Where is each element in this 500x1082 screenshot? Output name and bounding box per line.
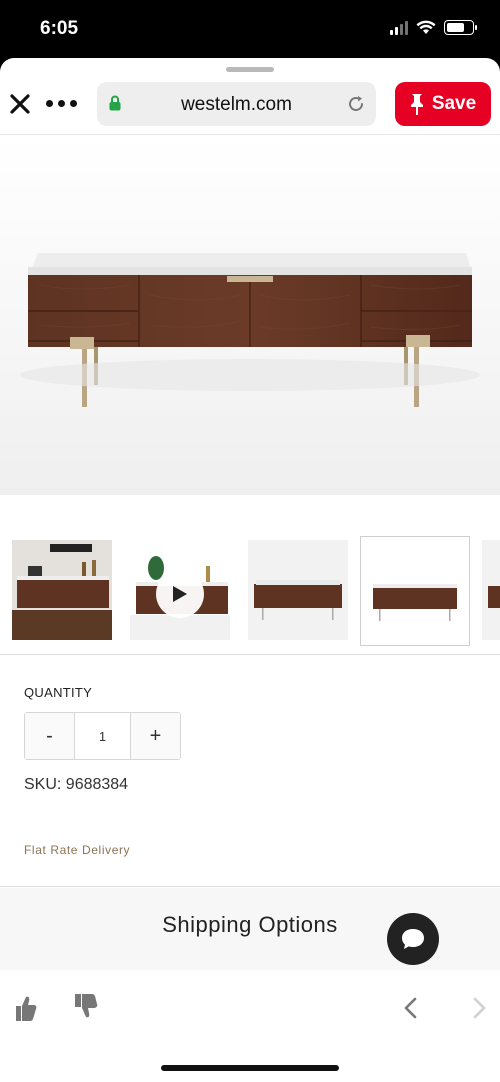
quantity-decrement-button[interactable]: - (25, 713, 74, 759)
close-icon[interactable] (8, 92, 32, 116)
chat-icon (402, 929, 424, 949)
quantity-stepper: - 1 + (24, 712, 181, 760)
signal-icon (390, 20, 408, 35)
thumbs-down-icon[interactable] (72, 992, 98, 1020)
sku-text: SKU: 9688384 (24, 776, 129, 793)
section-divider-2 (0, 886, 500, 887)
section-divider (0, 654, 500, 655)
status-bar: 6:05 (0, 0, 500, 60)
play-icon (173, 586, 187, 602)
pin-icon (410, 94, 423, 115)
url-bar[interactable]: westelm.com (97, 82, 376, 126)
reload-icon[interactable] (346, 94, 366, 114)
quantity-increment-button[interactable]: + (131, 713, 180, 759)
home-indicator[interactable] (161, 1065, 339, 1071)
chat-button[interactable] (387, 913, 439, 965)
browser-bottom-bar (0, 970, 500, 1082)
url-text: westelm.com (181, 94, 292, 115)
browser-toolbar: westelm.com Save (0, 78, 500, 134)
sheet-grabber[interactable] (226, 67, 274, 72)
thumbnail-3[interactable] (248, 540, 348, 640)
forward-icon[interactable] (472, 996, 488, 1020)
play-button[interactable] (156, 570, 204, 618)
browser-sheet: westelm.com Save QUANTITY - 1 + SKU: 968… (0, 58, 500, 1082)
thumbnail-5[interactable] (482, 540, 500, 640)
more-icon[interactable] (46, 100, 77, 107)
flat-rate-delivery-link[interactable]: Flat Rate Delivery (24, 843, 130, 857)
status-time: 6:05 (40, 18, 79, 39)
save-button[interactable]: Save (395, 82, 491, 126)
save-label: Save (431, 93, 477, 114)
product-image[interactable] (0, 135, 500, 495)
quantity-label: QUANTITY (24, 685, 93, 700)
battery-icon (444, 20, 477, 35)
quantity-input[interactable]: 1 (74, 713, 131, 759)
thumbnail-2[interactable] (130, 540, 230, 640)
back-icon[interactable] (402, 996, 418, 1020)
sideboard-illustration (20, 253, 480, 407)
status-icons (390, 20, 477, 35)
thumbnail-strip (0, 536, 500, 652)
wifi-icon (416, 20, 436, 34)
thumbs-up-icon[interactable] (12, 994, 38, 1022)
thumbnail-1[interactable] (12, 540, 112, 640)
thumbnail-4-selected[interactable] (360, 536, 470, 646)
